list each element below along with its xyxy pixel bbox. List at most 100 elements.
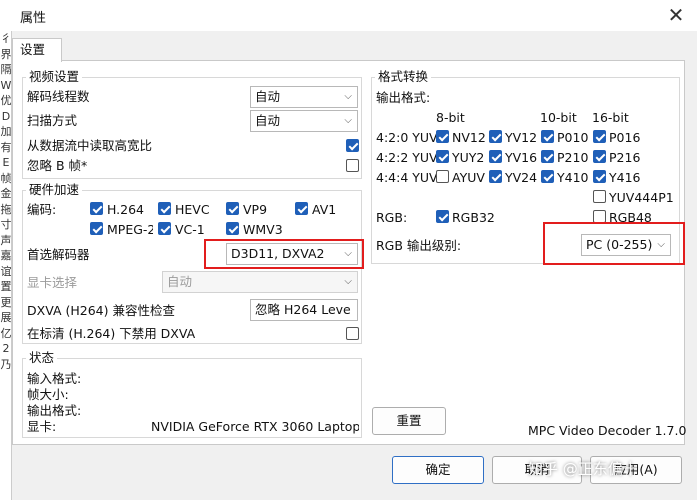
strip-glyph: 加 bbox=[0, 125, 12, 138]
strip-glyph: 展 bbox=[0, 311, 12, 324]
hevc-checkbox[interactable] bbox=[158, 202, 171, 215]
yv24-label: YV24 bbox=[505, 170, 538, 185]
title-bar: 属性 bbox=[0, 0, 697, 31]
yv16-checkbox[interactable] bbox=[489, 150, 502, 163]
gpu-status-label: 显卡: bbox=[27, 419, 57, 434]
output-formats-label: 输出格式: bbox=[376, 90, 431, 105]
wmv3-label: WMV3 bbox=[243, 222, 283, 237]
input-format-label: 输入格式: bbox=[27, 371, 82, 386]
strip-glyph: 帧 bbox=[0, 171, 12, 185]
strip-glyph: 2 bbox=[2, 342, 10, 355]
version-label: MPC Video Decoder 1.7.0 bbox=[528, 423, 687, 438]
preferred-decoder-label: 首选解码器 bbox=[27, 247, 90, 262]
y416-label: Y416 bbox=[609, 170, 641, 185]
strip-glyph: 彳 bbox=[0, 32, 12, 45]
strip-glyph: 置 bbox=[0, 280, 12, 293]
yuy2-label: YUY2 bbox=[452, 150, 485, 165]
video-settings-title: 视频设置 bbox=[26, 70, 83, 84]
strip-glyph: 隔 bbox=[0, 63, 12, 76]
ignore-b-frames-label: 忽略 B 帧* bbox=[27, 158, 88, 173]
gpu-select-label: 显卡选择 bbox=[27, 275, 78, 290]
rgb-level-dropdown[interactable]: PC (0-255) ⌵ bbox=[581, 234, 671, 256]
yuv420-label: 4:2:0 YUV: bbox=[376, 130, 441, 145]
strip-glyph: 金 bbox=[0, 187, 12, 200]
strip-glyph: 乃 bbox=[0, 357, 12, 371]
rgb-label: RGB: bbox=[376, 210, 408, 225]
y410-label: Y410 bbox=[557, 170, 589, 185]
mpeg2-label: MPEG-2 bbox=[107, 222, 153, 237]
tab-settings[interactable]: 设置 bbox=[12, 38, 62, 62]
decode-threads-value: 自动 bbox=[255, 89, 281, 104]
strip-glyph: E bbox=[2, 156, 10, 169]
preferred-decoder-value: D3D11, DXVA2 bbox=[231, 246, 325, 261]
yuy2-checkbox[interactable] bbox=[436, 150, 449, 163]
strip-glyph: D bbox=[1, 109, 11, 123]
dxva-compat-label: DXVA (H264) 兼容性检查 bbox=[27, 303, 175, 318]
strip-glyph: 拖 bbox=[0, 202, 12, 216]
p216-checkbox[interactable] bbox=[593, 150, 606, 163]
strip-glyph: 界 bbox=[0, 47, 12, 61]
p010-label: P010 bbox=[557, 130, 589, 145]
p210-checkbox[interactable] bbox=[541, 150, 554, 163]
av1-checkbox[interactable] bbox=[295, 202, 308, 215]
vc1-checkbox[interactable] bbox=[158, 222, 171, 235]
window-title: 属性 bbox=[20, 11, 47, 26]
strip-glyph: 寸 bbox=[0, 218, 12, 231]
y410-checkbox[interactable] bbox=[541, 170, 554, 183]
gpu-select-dropdown[interactable]: 自动 ⌵ bbox=[162, 271, 358, 293]
gpu-status-value: NVIDIA GeForce RTX 3060 Laptop G bbox=[151, 419, 359, 434]
p216-label: P216 bbox=[609, 150, 641, 165]
ayuv-checkbox[interactable] bbox=[436, 170, 449, 183]
preferred-decoder-dropdown[interactable]: D3D11, DXVA2 ⌵ bbox=[226, 243, 358, 265]
av1-label: AV1 bbox=[312, 202, 337, 217]
codec-label: 编码: bbox=[27, 202, 57, 217]
chevron-down-icon: ⌵ bbox=[657, 239, 665, 250]
rgb-level-label: RGB 输出级别: bbox=[376, 238, 462, 253]
p010-checkbox[interactable] bbox=[541, 130, 554, 143]
frame-size-label: 帧大小: bbox=[27, 387, 69, 402]
yv12-label: YV12 bbox=[505, 130, 538, 145]
yuv444p16-label: YUV444P1 bbox=[609, 190, 673, 205]
strip-glyph: 亿 bbox=[0, 326, 12, 340]
p016-label: P016 bbox=[609, 130, 641, 145]
yuv444-label: 4:4:4 YUV: bbox=[376, 170, 441, 185]
ignore-b-frames-checkbox[interactable] bbox=[346, 159, 359, 172]
stream-aspect-ratio-label: 从数据流中读取高宽比 bbox=[27, 138, 153, 153]
mpeg2-checkbox[interactable] bbox=[90, 222, 103, 235]
chevron-down-icon: ⌵ bbox=[344, 248, 352, 259]
chevron-down-icon: ⌵ bbox=[344, 115, 352, 126]
disable-dxva-sd-checkbox[interactable] bbox=[346, 327, 359, 340]
decode-threads-dropdown[interactable]: 自动 ⌵ bbox=[250, 86, 358, 108]
wmv3-checkbox[interactable] bbox=[226, 222, 239, 235]
rgb32-checkbox[interactable] bbox=[436, 210, 449, 223]
y416-checkbox[interactable] bbox=[593, 170, 606, 183]
nv12-checkbox[interactable] bbox=[436, 130, 449, 143]
scan-mode-value: 自动 bbox=[255, 113, 281, 128]
vc1-label: VC-1 bbox=[175, 222, 205, 237]
header-8bit: 8-bit bbox=[436, 110, 465, 125]
vp9-checkbox[interactable] bbox=[226, 202, 239, 215]
header-10bit: 10-bit bbox=[540, 110, 577, 125]
yv12-checkbox[interactable] bbox=[489, 130, 502, 143]
p016-checkbox[interactable] bbox=[593, 130, 606, 143]
ok-button[interactable]: 确定 bbox=[392, 456, 484, 484]
chevron-down-icon: ⌵ bbox=[344, 91, 352, 102]
dxva-compat-dropdown[interactable]: 忽略 H264 Leve bbox=[250, 299, 358, 321]
yuv444p16-checkbox[interactable] bbox=[593, 190, 606, 203]
scan-mode-dropdown[interactable]: 自动 ⌵ bbox=[250, 110, 358, 132]
stream-aspect-ratio-checkbox[interactable] bbox=[346, 139, 359, 152]
hevc-label: HEVC bbox=[175, 202, 210, 217]
hw-accel-title: 硬件加速 bbox=[26, 183, 83, 197]
yv24-checkbox[interactable] bbox=[489, 170, 502, 183]
reset-button[interactable]: 重置 bbox=[372, 407, 446, 435]
strip-glyph: 谊 bbox=[0, 264, 12, 278]
strip-glyph: 优 bbox=[0, 94, 12, 107]
strip-glyph: 声 bbox=[0, 233, 12, 247]
background-window-strip: 信日彳界隔W优D加有E帧金拖寸声嘉谊置更展亿2乃 bbox=[0, 0, 12, 500]
close-icon[interactable]: ✕ bbox=[665, 5, 687, 27]
h264-checkbox[interactable] bbox=[90, 202, 103, 215]
yv16-label: YV16 bbox=[505, 150, 538, 165]
strip-glyph: W bbox=[0, 78, 12, 92]
nv12-label: NV12 bbox=[452, 130, 486, 145]
watermark: 知乎 @正东偏十 bbox=[528, 460, 638, 478]
